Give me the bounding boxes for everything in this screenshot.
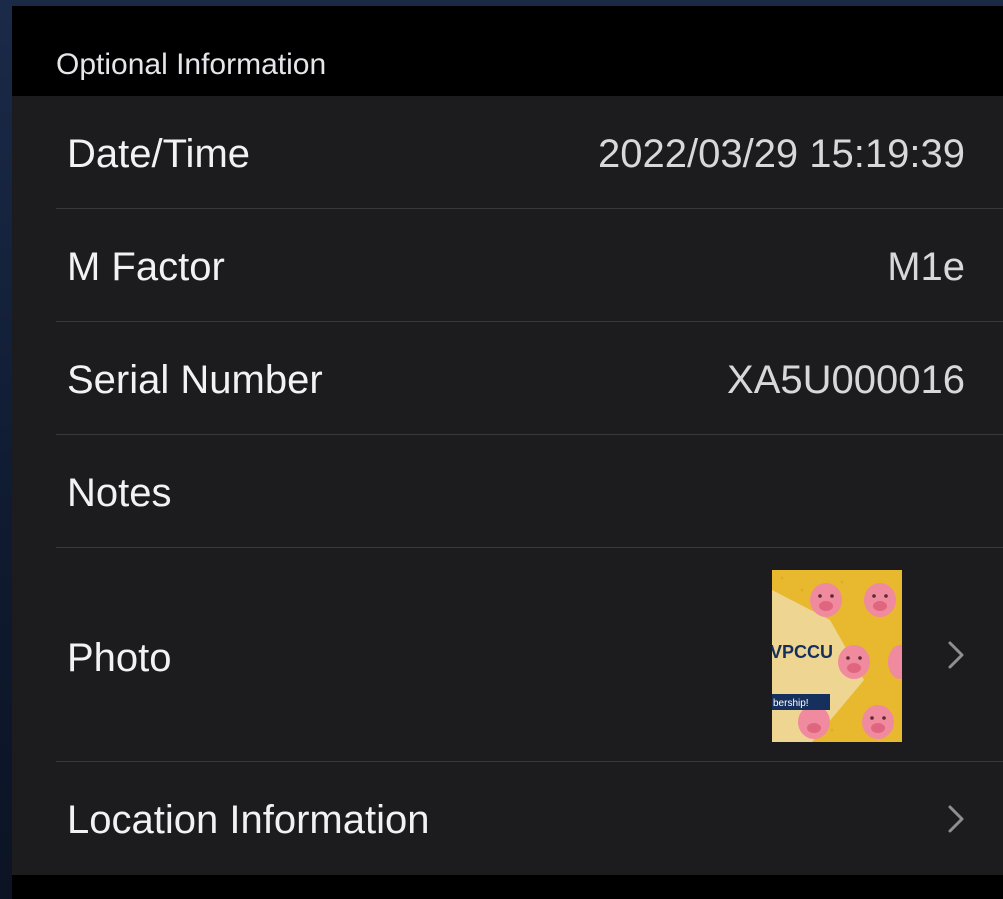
optional-information-group: Date/Time 2022/03/29 15:19:39 M Factor M…: [12, 96, 1003, 875]
photo-label: Photo: [67, 636, 172, 680]
serial-number-label: Serial Number: [67, 358, 323, 402]
datetime-label: Date/Time: [67, 132, 251, 176]
left-edge-background: [0, 0, 12, 899]
mfactor-row[interactable]: M Factor M1e: [12, 209, 1003, 322]
bottom-spacer: [12, 875, 1003, 899]
chevron-right-icon: [947, 804, 965, 834]
serial-number-value: XA5U000016: [727, 358, 965, 402]
datetime-value: 2022/03/29 15:19:39: [597, 132, 965, 176]
settings-panel: Optional Information Date/Time 2022/03/2…: [12, 6, 1003, 899]
svg-text:VPCCU: VPCCU: [772, 642, 833, 662]
notes-label: Notes: [67, 471, 172, 515]
notes-row[interactable]: Notes: [12, 435, 1003, 548]
photo-thumbnail[interactable]: VPCCU bership!: [772, 570, 902, 742]
mfactor-label: M Factor: [67, 245, 225, 289]
datetime-row[interactable]: Date/Time 2022/03/29 15:19:39: [12, 96, 1003, 209]
photo-row[interactable]: Photo VPCCU bership!: [12, 548, 1003, 762]
mfactor-value: M1e: [887, 245, 965, 289]
location-information-row[interactable]: Location Information: [12, 762, 1003, 875]
section-title: Optional Information: [56, 48, 327, 81]
svg-text:bership!: bership!: [773, 698, 809, 709]
section-header: Optional Information: [12, 6, 1003, 96]
location-information-label: Location Information: [67, 798, 430, 842]
serial-number-row[interactable]: Serial Number XA5U000016: [12, 322, 1003, 435]
chevron-right-icon: [947, 640, 965, 670]
